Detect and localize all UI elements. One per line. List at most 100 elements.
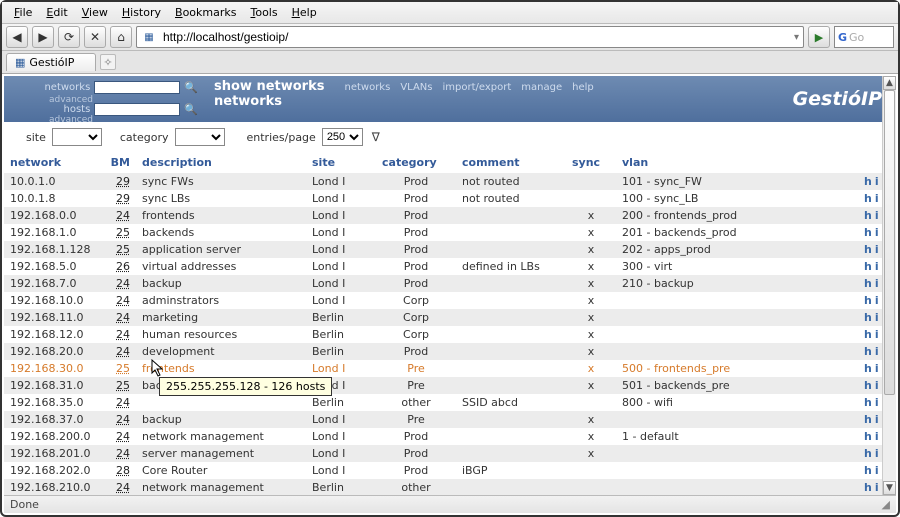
host-link[interactable]: h bbox=[864, 447, 872, 460]
filter-epp-select[interactable]: 250 bbox=[322, 128, 363, 146]
info-link[interactable]: i bbox=[875, 226, 879, 239]
bm-cell[interactable]: 24 bbox=[104, 343, 136, 360]
scroll-track[interactable] bbox=[883, 90, 896, 481]
info-link[interactable]: i bbox=[875, 464, 879, 477]
bm-cell[interactable]: 24 bbox=[104, 207, 136, 224]
table-row[interactable]: 192.168.7.024backupLond IProdx210 - back… bbox=[4, 275, 896, 292]
info-link[interactable]: i bbox=[875, 379, 879, 392]
col-comment[interactable]: comment bbox=[456, 152, 566, 173]
host-link[interactable]: h bbox=[864, 379, 872, 392]
col-site[interactable]: site bbox=[306, 152, 376, 173]
menu-history[interactable]: History bbox=[116, 4, 167, 21]
search-networks-input[interactable] bbox=[94, 81, 180, 94]
info-link[interactable]: i bbox=[875, 209, 879, 222]
info-link[interactable]: i bbox=[875, 396, 879, 409]
stop-button[interactable]: ✕ bbox=[84, 26, 106, 48]
info-link[interactable]: i bbox=[875, 260, 879, 273]
col-description[interactable]: description bbox=[136, 152, 306, 173]
table-row[interactable]: 192.168.12.024human resourcesBerlinCorpx… bbox=[4, 326, 896, 343]
scroll-up-icon[interactable]: ▲ bbox=[883, 76, 896, 90]
host-link[interactable]: h bbox=[864, 260, 872, 273]
bm-cell[interactable]: 25 bbox=[104, 360, 136, 377]
table-row[interactable]: 192.168.1.025backendsLond IProdx201 - ba… bbox=[4, 224, 896, 241]
info-link[interactable]: i bbox=[875, 362, 879, 375]
search-box[interactable]: G Go bbox=[834, 26, 894, 48]
reload-button[interactable]: ⟳ bbox=[58, 26, 80, 48]
bm-cell[interactable]: 24 bbox=[104, 275, 136, 292]
info-link[interactable]: i bbox=[875, 311, 879, 324]
search-hosts-advanced[interactable]: advanced bbox=[41, 115, 93, 125]
forward-button[interactable]: ▶ bbox=[32, 26, 54, 48]
host-link[interactable]: h bbox=[864, 243, 872, 256]
bm-cell[interactable]: 26 bbox=[104, 258, 136, 275]
table-row[interactable]: 192.168.37.024backupLond IPrexhi▦ bbox=[4, 411, 896, 428]
info-link[interactable]: i bbox=[875, 277, 879, 290]
host-link[interactable]: h bbox=[864, 328, 872, 341]
filter-category-select[interactable] bbox=[175, 128, 225, 146]
resize-grip-icon[interactable]: ◢ bbox=[882, 498, 890, 511]
info-link[interactable]: i bbox=[875, 413, 879, 426]
url-input[interactable] bbox=[161, 30, 790, 44]
table-row[interactable]: 10.0.1.029sync FWsLond IProdnot routed10… bbox=[4, 173, 896, 190]
table-row[interactable]: 192.168.11.024marketingBerlinCorpxhi▦ bbox=[4, 309, 896, 326]
menu-view[interactable]: View bbox=[76, 4, 114, 21]
bm-cell[interactable]: 29 bbox=[104, 190, 136, 207]
bm-cell[interactable]: 24 bbox=[104, 411, 136, 428]
table-row[interactable]: 192.168.210.024network managementBerlino… bbox=[4, 479, 896, 495]
col-sync[interactable]: sync bbox=[566, 152, 616, 173]
info-link[interactable]: i bbox=[875, 328, 879, 341]
scroll-thumb[interactable] bbox=[884, 90, 895, 395]
menu-file[interactable]: File bbox=[8, 4, 38, 21]
info-link[interactable]: i bbox=[875, 345, 879, 358]
bm-cell[interactable]: 24 bbox=[104, 309, 136, 326]
info-link[interactable]: i bbox=[875, 447, 879, 460]
search-hosts-icon[interactable]: 🔍 bbox=[184, 103, 198, 116]
info-link[interactable]: i bbox=[875, 175, 879, 188]
info-link[interactable]: i bbox=[875, 243, 879, 256]
dropdown-icon[interactable]: ▾ bbox=[790, 32, 803, 43]
nav-link-vlans[interactable]: VLANs bbox=[400, 82, 432, 93]
col-network[interactable]: network bbox=[4, 152, 104, 173]
bm-cell[interactable]: 24 bbox=[104, 445, 136, 462]
host-link[interactable]: h bbox=[864, 277, 872, 290]
home-button[interactable]: ⌂ bbox=[110, 26, 132, 48]
table-row[interactable]: 10.0.1.829sync LBsLond IProdnot routed10… bbox=[4, 190, 896, 207]
table-row[interactable]: 192.168.201.024server managementLond IPr… bbox=[4, 445, 896, 462]
table-row[interactable]: 192.168.200.024network managementLond IP… bbox=[4, 428, 896, 445]
filter-icon[interactable]: ∇ bbox=[369, 130, 383, 144]
menu-help[interactable]: Help bbox=[286, 4, 323, 21]
table-row[interactable]: 192.168.1.12825application serverLond IP… bbox=[4, 241, 896, 258]
host-link[interactable]: h bbox=[864, 209, 872, 222]
bm-cell[interactable]: 28 bbox=[104, 462, 136, 479]
bm-cell[interactable]: 25 bbox=[104, 241, 136, 258]
host-link[interactable]: h bbox=[864, 430, 872, 443]
new-tab-button[interactable]: ✧ bbox=[100, 54, 116, 70]
host-link[interactable]: h bbox=[864, 481, 872, 494]
nav-link-networks[interactable]: networks bbox=[344, 82, 390, 93]
menu-edit[interactable]: Edit bbox=[40, 4, 73, 21]
info-link[interactable]: i bbox=[875, 430, 879, 443]
col-BM[interactable]: BM bbox=[104, 152, 136, 173]
nav-link-help[interactable]: help bbox=[572, 82, 594, 93]
info-link[interactable]: i bbox=[875, 192, 879, 205]
host-link[interactable]: h bbox=[864, 345, 872, 358]
info-link[interactable]: i bbox=[875, 294, 879, 307]
nav-link-importexport[interactable]: import/export bbox=[443, 82, 512, 93]
info-link[interactable]: i bbox=[875, 481, 879, 494]
host-link[interactable]: h bbox=[864, 464, 872, 477]
bm-cell[interactable]: 24 bbox=[104, 326, 136, 343]
back-button[interactable]: ◀ bbox=[6, 26, 28, 48]
bm-cell[interactable]: 25 bbox=[104, 377, 136, 394]
table-row[interactable]: 192.168.30.025frontendsLond IPrex500 - f… bbox=[4, 360, 896, 377]
table-row[interactable]: 192.168.5.026virtual addressesLond IProd… bbox=[4, 258, 896, 275]
bm-cell[interactable]: 25 bbox=[104, 224, 136, 241]
search-hosts-input[interactable] bbox=[94, 103, 180, 116]
search-networks-icon[interactable]: 🔍 bbox=[184, 81, 198, 94]
nav-link-manage[interactable]: manage bbox=[521, 82, 562, 93]
table-row[interactable]: 192.168.10.024adminstratorsLond ICorpxhi… bbox=[4, 292, 896, 309]
menu-bookmarks[interactable]: Bookmarks bbox=[169, 4, 242, 21]
tab-gestioip[interactable]: ▦ GestióIP bbox=[6, 53, 96, 71]
host-link[interactable]: h bbox=[864, 192, 872, 205]
host-link[interactable]: h bbox=[864, 413, 872, 426]
bm-cell[interactable]: 24 bbox=[104, 479, 136, 495]
